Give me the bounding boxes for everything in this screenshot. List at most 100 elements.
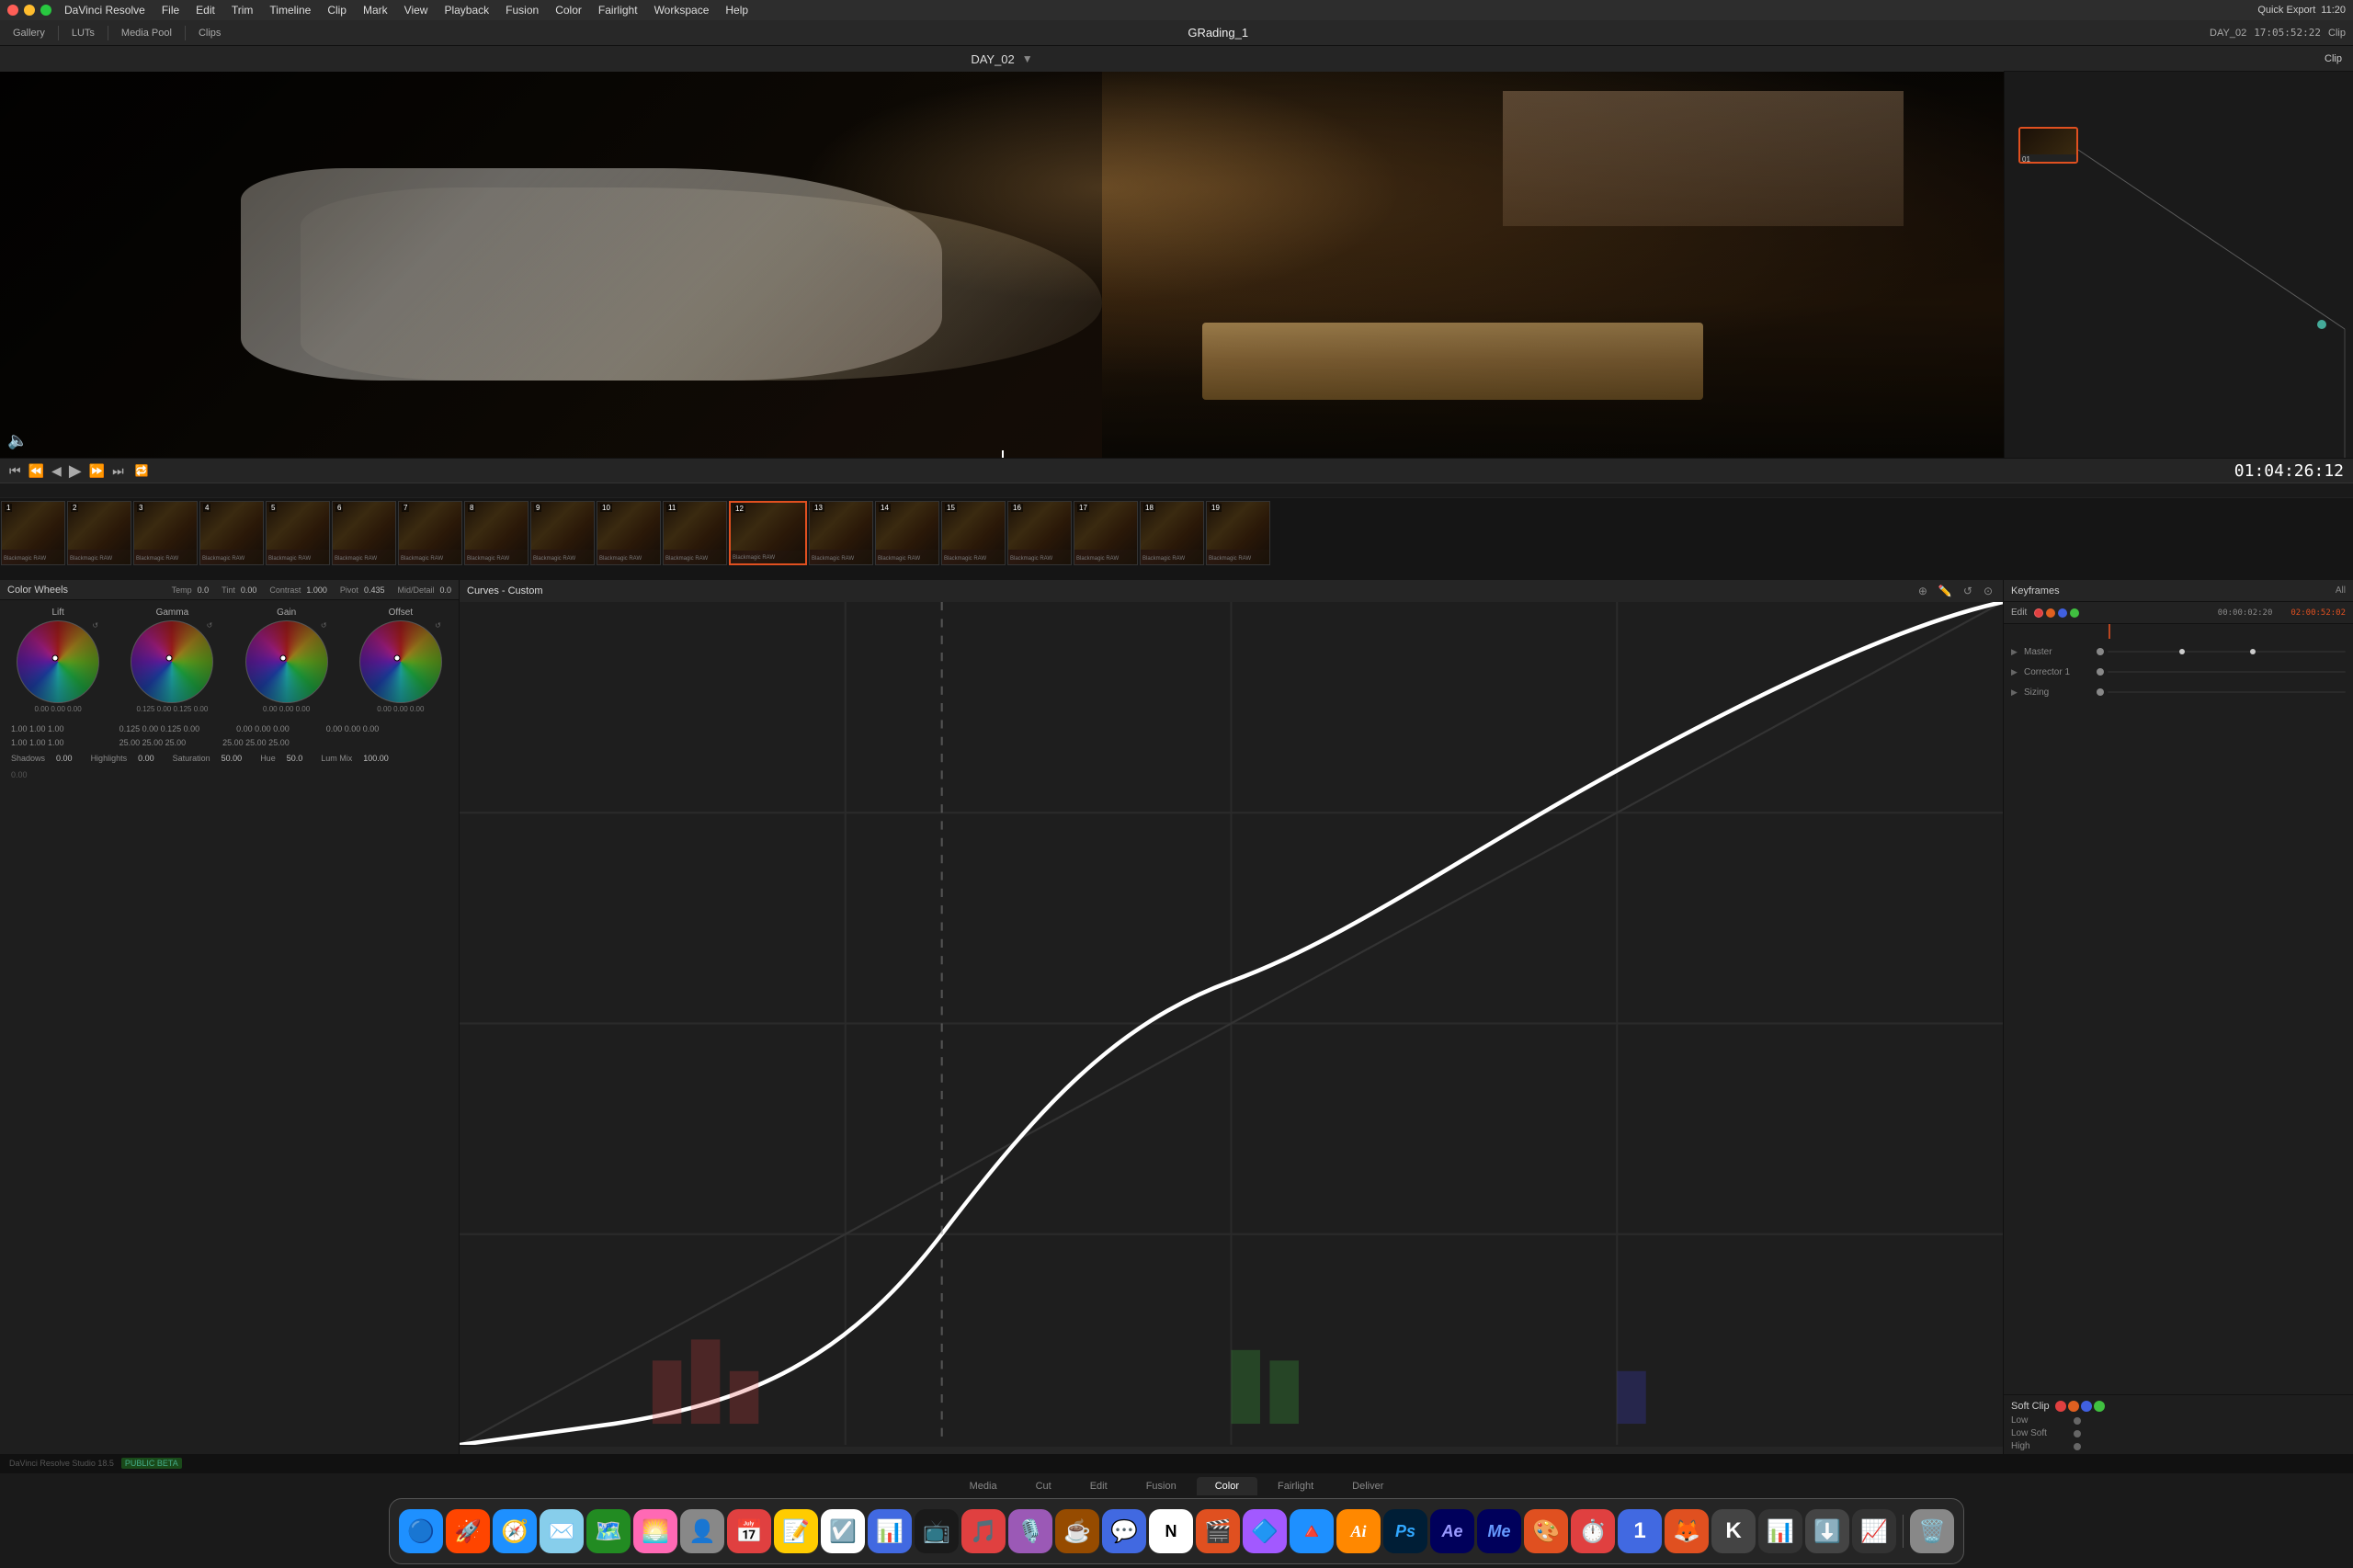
kf-track-dot-0[interactable] (2097, 648, 2104, 655)
kf-expand-1[interactable]: ▶ (2011, 667, 2020, 677)
clip-thumb[interactable]: 14Blackmagic RAW (875, 501, 939, 565)
softclip-low-dot[interactable] (2074, 1417, 2081, 1425)
menu-file[interactable]: File (154, 4, 187, 17)
dock-icon-illustrator[interactable]: Ai (1336, 1509, 1381, 1553)
toolbar-luts[interactable]: LUTs (66, 26, 100, 40)
dock-icon-mediencoder[interactable]: Me (1477, 1509, 1521, 1553)
clip-thumb[interactable]: 8Blackmagic RAW (464, 501, 529, 565)
viewer-dropdown-icon[interactable]: ▼ (1022, 52, 1033, 65)
minimize-button[interactable] (24, 5, 35, 16)
dock-icon-downie[interactable]: ⬇️ (1805, 1509, 1849, 1553)
wheel-circle-0[interactable]: ↺ (17, 620, 99, 703)
clip-thumb[interactable]: 2Blackmagic RAW (67, 501, 131, 565)
clip-thumb[interactable]: 16Blackmagic RAW (1007, 501, 1072, 565)
dock-icon-finder[interactable]: 🔵 (399, 1509, 443, 1553)
dock-icon-notion[interactable]: N (1149, 1509, 1193, 1553)
dock-icon-reminders[interactable]: ☑️ (821, 1509, 865, 1553)
saturation-value[interactable]: 50.00 (222, 754, 243, 763)
keyframes-all-btn[interactable]: All (2336, 585, 2346, 596)
nav-tab-edit[interactable]: Edit (1072, 1477, 1126, 1495)
dock-icon-mail[interactable]: ✉️ (540, 1509, 584, 1553)
clip-thumb[interactable]: 12Blackmagic RAW (729, 501, 807, 565)
nav-tab-deliver[interactable]: Deliver (1334, 1477, 1402, 1495)
viewer-day-label[interactable]: DAY_02 (971, 52, 1014, 66)
close-button[interactable] (7, 5, 18, 16)
dock-icon-contacts[interactable]: 👤 (680, 1509, 724, 1553)
dock-icon-photoshop[interactable]: Ps (1383, 1509, 1427, 1553)
kf-dot-red[interactable] (2034, 608, 2043, 618)
menu-view[interactable]: View (397, 4, 436, 17)
softclip-high-dot[interactable] (2074, 1443, 2081, 1450)
clip-thumb[interactable]: 13Blackmagic RAW (809, 501, 873, 565)
menu-clip[interactable]: Clip (320, 4, 354, 17)
hue-value[interactable]: 50.0 (287, 754, 303, 763)
kf-expand-0[interactable]: ▶ (2011, 647, 2020, 657)
color-tint-value[interactable]: 0.00 (241, 585, 257, 595)
clip-thumb[interactable]: 5Blackmagic RAW (266, 501, 330, 565)
menu-color[interactable]: Color (548, 4, 589, 17)
tl-loop[interactable]: 🔁 (135, 464, 149, 477)
clip-thumb[interactable]: 1Blackmagic RAW (1, 501, 65, 565)
dock-icon-photos[interactable]: 🌅 (633, 1509, 677, 1553)
clip-thumb[interactable]: 3Blackmagic RAW (133, 501, 198, 565)
nav-tab-fairlight[interactable]: Fairlight (1259, 1477, 1332, 1495)
dock-icon-maps[interactable]: 🗺️ (586, 1509, 631, 1553)
dock-icon-trash[interactable]: 🗑️ (1910, 1509, 1954, 1553)
dock-icon-safari[interactable]: 🧭 (493, 1509, 537, 1553)
wheel-reset-2[interactable]: ↺ (321, 621, 327, 630)
clip-thumb[interactable]: 10Blackmagic RAW (597, 501, 661, 565)
softclip-btn-green[interactable] (2094, 1401, 2105, 1412)
tl-go-end[interactable]: ⏭ (112, 463, 124, 479)
dock-icon-instastats[interactable]: 📊 (1758, 1509, 1802, 1553)
maximize-button[interactable] (40, 5, 51, 16)
clip-thumb[interactable]: 7Blackmagic RAW (398, 501, 462, 565)
kf-dot-green[interactable] (2070, 608, 2079, 618)
menu-workspace[interactable]: Workspace (647, 4, 717, 17)
viewer-audio-icon[interactable]: 🔈 (7, 431, 28, 450)
wheel-circle-1[interactable]: ↺ (131, 620, 213, 703)
tl-next-frame[interactable]: ⏩ (89, 463, 105, 479)
color-pivot-value[interactable]: 0.435 (364, 585, 385, 595)
wheel-circle-2[interactable]: ↺ (245, 620, 328, 703)
dock-icon-music[interactable]: 🎵 (961, 1509, 1006, 1553)
dock-icon-affinity[interactable]: 🔺 (1290, 1509, 1334, 1553)
kf-track-dot-1[interactable] (2097, 668, 2104, 676)
shadows-value[interactable]: 0.00 (56, 754, 73, 763)
color-middetail-value[interactable]: 0.0 (439, 585, 451, 595)
clip-thumb[interactable]: 9Blackmagic RAW (530, 501, 595, 565)
clip-thumb[interactable]: 4Blackmagic RAW (199, 501, 264, 565)
kf-expand-2[interactable]: ▶ (2011, 687, 2020, 698)
color-contrast-value[interactable]: 1.000 (306, 585, 327, 595)
curves-tool-2[interactable]: ✏️ (1936, 585, 1955, 597)
curves-tool-1[interactable]: ⊕ (1915, 585, 1930, 597)
kf-dot-orange[interactable] (2046, 608, 2055, 618)
tl-prev-frame[interactable]: ⏪ (28, 463, 44, 479)
dock-icon-klokki[interactable]: K (1711, 1509, 1756, 1553)
menu-timeline[interactable]: Timeline (262, 4, 318, 17)
dock-icon-istatmenus[interactable]: 📈 (1852, 1509, 1896, 1553)
menu-playback[interactable]: Playback (437, 4, 496, 17)
wheel-reset-3[interactable]: ↺ (435, 621, 441, 630)
clip-thumb[interactable]: 18Blackmagic RAW (1140, 501, 1204, 565)
toolbar-clips[interactable]: Clips (193, 26, 226, 40)
clip-thumb[interactable]: 6Blackmagic RAW (332, 501, 396, 565)
menu-edit[interactable]: Edit (188, 4, 222, 17)
menu-davinci[interactable]: DaVinci Resolve (57, 4, 153, 17)
dock-icon-amphetamine[interactable]: ☕ (1055, 1509, 1099, 1553)
dock-icon-appletv[interactable]: 📺 (915, 1509, 959, 1553)
tl-play[interactable]: ▶ (69, 461, 82, 481)
dock-icon-onetodo[interactable]: 1 (1618, 1509, 1662, 1553)
menu-help[interactable]: Help (718, 4, 756, 17)
menu-fusion[interactable]: Fusion (498, 4, 546, 17)
toolbar-media-pool[interactable]: Media Pool (116, 26, 177, 40)
nav-tab-color[interactable]: Color (1197, 1477, 1257, 1495)
dock-icon-folx[interactable]: 🦊 (1665, 1509, 1709, 1553)
wheel-reset-0[interactable]: ↺ (92, 621, 98, 630)
dock-icon-launchpad[interactable]: 🚀 (446, 1509, 490, 1553)
dock-icon-messenger[interactable]: 💬 (1102, 1509, 1146, 1553)
clip-thumb[interactable]: 17Blackmagic RAW (1074, 501, 1138, 565)
nav-tab-fusion[interactable]: Fusion (1128, 1477, 1195, 1495)
clip-thumb[interactable]: 19Blackmagic RAW (1206, 501, 1270, 565)
kf-dot-blue[interactable] (2058, 608, 2067, 618)
softclip-btn-orange[interactable] (2068, 1401, 2079, 1412)
